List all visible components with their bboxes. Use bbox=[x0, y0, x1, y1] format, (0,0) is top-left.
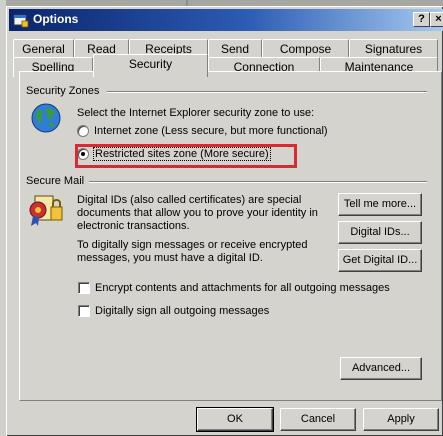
ok-button[interactable]: OK bbox=[196, 407, 274, 432]
tab-security[interactable]: Security bbox=[93, 54, 208, 77]
digital-id-line-2: documents that allow you to prove your i… bbox=[77, 207, 318, 219]
secure-mail-heading: Secure Mail bbox=[26, 175, 88, 187]
zone-prompt: Select the Internet Explorer security zo… bbox=[77, 107, 315, 119]
window-title: Options bbox=[33, 12, 79, 26]
sign-checkbox[interactable] bbox=[78, 305, 90, 317]
security-zones-heading: Security Zones bbox=[26, 85, 103, 97]
encrypt-label[interactable]: Encrypt contents and attachments for all… bbox=[95, 282, 390, 295]
internet-zone-label[interactable]: Internet zone (Less secure, but more fun… bbox=[94, 125, 328, 138]
tell-me-more-button[interactable]: Tell me more... bbox=[338, 193, 422, 216]
close-button[interactable]: × bbox=[430, 12, 443, 27]
certificate-icon bbox=[29, 195, 63, 226]
advanced-button[interactable]: Advanced... bbox=[340, 357, 422, 380]
tab-compose[interactable]: Compose bbox=[262, 39, 349, 59]
apply-button[interactable]: Apply bbox=[363, 408, 439, 431]
options-dialog: Options ? × General Read Receipts Send C… bbox=[6, 6, 443, 436]
secure-mail-rule bbox=[89, 181, 427, 183]
globe-icon bbox=[31, 103, 61, 133]
title-bar[interactable]: Options ? × bbox=[9, 9, 443, 31]
digital-id-line-3: electronic transactions. bbox=[77, 220, 190, 232]
sign-info-line-2: messages, you must have a digital ID. bbox=[77, 252, 263, 264]
cancel-button[interactable]: Cancel bbox=[280, 408, 356, 431]
security-zones-rule bbox=[107, 91, 427, 93]
sign-info-line-1: To digitally sign messages or receive en… bbox=[77, 239, 308, 251]
encrypt-checkbox[interactable] bbox=[78, 282, 90, 294]
options-app-icon bbox=[13, 14, 29, 28]
screen: Options ? × General Read Receipts Send C… bbox=[0, 0, 443, 436]
sign-label[interactable]: Digitally sign all outgoing messages bbox=[95, 305, 269, 318]
digital-id-line-1: Digital IDs (also called certificates) a… bbox=[77, 194, 302, 206]
tab-send[interactable]: Send bbox=[208, 39, 262, 59]
help-button[interactable]: ? bbox=[413, 12, 430, 27]
tab-signatures[interactable]: Signatures bbox=[349, 39, 438, 59]
tab-general[interactable]: General bbox=[13, 39, 74, 59]
digital-ids-button[interactable]: Digital IDs... bbox=[338, 221, 422, 244]
internet-zone-radio[interactable] bbox=[77, 125, 89, 137]
highlight-box bbox=[75, 144, 297, 168]
get-digital-id-button[interactable]: Get Digital ID... bbox=[338, 249, 422, 272]
